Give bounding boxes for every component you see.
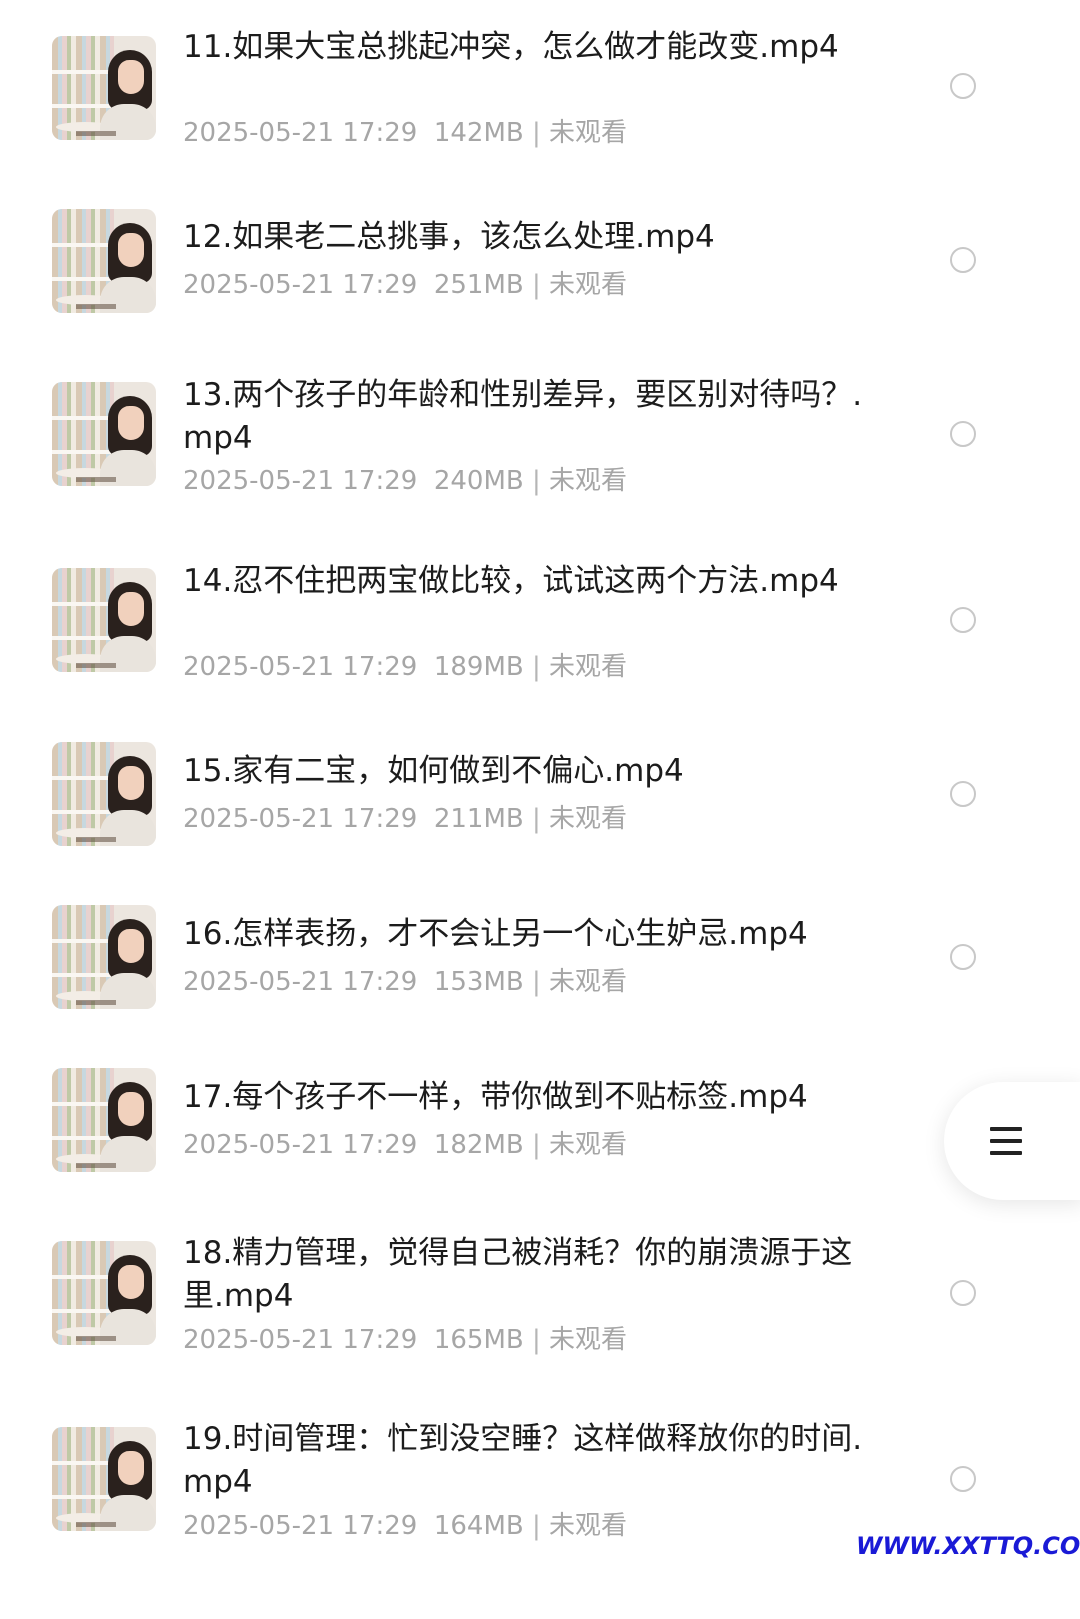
video-thumbnail[interactable] <box>52 568 156 672</box>
video-date: 2025-05-21 17:29 <box>183 270 418 300</box>
video-meta: 2025-05-21 17:29 153MB | 未观看 <box>183 965 627 999</box>
watch-status: 未观看 <box>549 466 628 496</box>
video-thumbnail[interactable] <box>52 36 156 140</box>
video-thumbnail[interactable] <box>52 905 156 1009</box>
video-meta: 2025-05-21 17:29 165MB | 未观看 <box>183 1323 627 1357</box>
meta-separator: | <box>532 466 541 496</box>
select-radio[interactable] <box>950 944 976 970</box>
video-title: 11.如果大宝总挑起冲突，怎么做才能改变.mp4 <box>183 29 839 65</box>
watch-status: 未观看 <box>549 652 628 682</box>
video-title: 16.怎样表扬，才不会让另一个心生妒忌.mp4 <box>183 916 808 952</box>
meta-separator: | <box>532 1511 541 1541</box>
video-thumbnail[interactable] <box>52 382 156 486</box>
select-radio[interactable] <box>950 247 976 273</box>
watch-status: 未观看 <box>549 270 628 300</box>
video-thumbnail[interactable] <box>52 1068 156 1172</box>
watch-status: 未观看 <box>549 1130 628 1160</box>
video-date: 2025-05-21 17:29 <box>183 466 418 496</box>
select-radio[interactable] <box>950 73 976 99</box>
floating-menu-button[interactable] <box>944 1082 1080 1200</box>
meta-separator: | <box>532 804 541 834</box>
meta-separator: | <box>532 1130 541 1160</box>
meta-separator: | <box>532 652 541 682</box>
video-meta: 2025-05-21 17:29 211MB | 未观看 <box>183 802 627 836</box>
meta-separator: | <box>532 270 541 300</box>
video-size: 211MB <box>433 804 524 834</box>
select-radio[interactable] <box>950 1280 976 1306</box>
video-title: 15.家有二宝，如何做到不偏心.mp4 <box>183 753 684 789</box>
video-size: 240MB <box>433 466 524 496</box>
video-thumbnail[interactable] <box>52 742 156 846</box>
video-meta: 2025-05-21 17:29 189MB | 未观看 <box>183 650 627 684</box>
video-meta: 2025-05-21 17:29 240MB | 未观看 <box>183 464 627 498</box>
video-title: 19.时间管理：忙到没空睡？这样做释放你的时间.mp4 <box>183 1421 863 1500</box>
meta-separator: | <box>532 118 541 148</box>
video-size: 153MB <box>433 967 524 997</box>
watermark-text: WWW.XXTTQ.COM <box>856 1532 1080 1560</box>
select-radio[interactable] <box>950 1466 976 1492</box>
video-meta: 2025-05-21 17:29 251MB | 未观看 <box>183 268 627 302</box>
video-size: 251MB <box>433 270 524 300</box>
video-meta: 2025-05-21 17:29 182MB | 未观看 <box>183 1128 627 1162</box>
video-date: 2025-05-21 17:29 <box>183 118 418 148</box>
watch-status: 未观看 <box>549 1511 628 1541</box>
video-size: 165MB <box>433 1325 524 1355</box>
video-size: 164MB <box>433 1511 524 1541</box>
meta-separator: | <box>532 1325 541 1355</box>
video-date: 2025-05-21 17:29 <box>183 967 418 997</box>
watch-status: 未观看 <box>549 967 628 997</box>
video-title: 12.如果老二总挑事，该怎么处理.mp4 <box>183 219 715 255</box>
watch-status: 未观看 <box>549 118 628 148</box>
video-date: 2025-05-21 17:29 <box>183 1130 418 1160</box>
video-date: 2025-05-21 17:29 <box>183 804 418 834</box>
video-size: 182MB <box>433 1130 524 1160</box>
meta-separator: | <box>532 967 541 997</box>
video-title: 14.忍不住把两宝做比较，试试这两个方法.mp4 <box>183 563 839 599</box>
select-radio[interactable] <box>950 607 976 633</box>
video-thumbnail[interactable] <box>52 1241 156 1345</box>
video-date: 2025-05-21 17:29 <box>183 652 418 682</box>
video-size: 142MB <box>433 118 524 148</box>
select-radio[interactable] <box>950 781 976 807</box>
watch-status: 未观看 <box>549 804 628 834</box>
video-meta: 2025-05-21 17:29 142MB | 未观看 <box>183 116 627 150</box>
video-title: 17.每个孩子不一样，带你做到不贴标签.mp4 <box>183 1079 808 1115</box>
video-date: 2025-05-21 17:29 <box>183 1325 418 1355</box>
select-radio[interactable] <box>950 421 976 447</box>
video-title: 13.两个孩子的年龄和性别差异，要区别对待吗？.mp4 <box>183 377 863 456</box>
menu-lines-icon <box>990 1127 1022 1155</box>
video-meta: 2025-05-21 17:29 164MB | 未观看 <box>183 1509 627 1543</box>
watch-status: 未观看 <box>549 1325 628 1355</box>
video-date: 2025-05-21 17:29 <box>183 1511 418 1541</box>
video-size: 189MB <box>433 652 524 682</box>
video-title: 18.精力管理，觉得自己被消耗？你的崩溃源于这里.mp4 <box>183 1235 853 1314</box>
video-thumbnail[interactable] <box>52 1427 156 1531</box>
video-thumbnail[interactable] <box>52 209 156 313</box>
